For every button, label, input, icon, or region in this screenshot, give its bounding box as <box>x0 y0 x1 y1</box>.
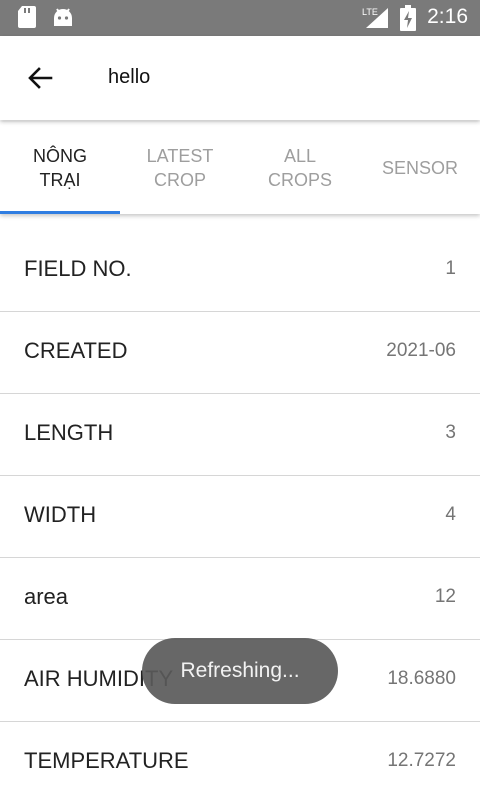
list-item-width[interactable]: WIDTH 4 <box>0 476 480 558</box>
tab-bar: NÔNG TRẠI LATEST CROP ALL CROPS SENSOR <box>0 122 480 214</box>
list-item-field-no[interactable]: FIELD NO. 1 <box>0 230 480 312</box>
list-item-created[interactable]: CREATED 2021-06 <box>0 312 480 394</box>
tab-label: NÔNG TRẠI <box>33 146 87 190</box>
tab-farm[interactable]: NÔNG TRẠI <box>0 122 120 214</box>
row-value: 12.7272 <box>387 750 456 771</box>
list-item-length[interactable]: LENGTH 3 <box>0 394 480 476</box>
row-value: 12 <box>434 586 456 607</box>
field-details-list: FIELD NO. 1 CREATED 2021-06 LENGTH 3 WID… <box>0 230 480 804</box>
row-value: 4 <box>445 504 456 525</box>
tab-latest-crop[interactable]: LATEST CROP <box>120 122 240 214</box>
android-icon <box>52 6 74 33</box>
list-item-area[interactable]: area 12 <box>0 558 480 640</box>
row-label: FIELD NO. <box>24 256 132 281</box>
row-label: CREATED <box>24 338 128 363</box>
battery-charging-icon <box>400 5 416 36</box>
arrow-back-icon <box>27 66 53 95</box>
tab-label: LATEST CROP <box>146 146 214 190</box>
app-bar: hello <box>0 36 480 120</box>
list-item-temperature[interactable]: TEMPERATURE 12.7272 <box>0 722 480 804</box>
tab-label: SENSOR <box>381 158 459 178</box>
sd-card-icon <box>18 6 36 33</box>
svg-text:LTE: LTE <box>362 7 378 17</box>
tab-sensor[interactable]: SENSOR <box>360 122 480 214</box>
tab-label: ALL CROPS <box>267 146 332 190</box>
back-button[interactable] <box>16 56 64 104</box>
status-bar: LTE 2:16 <box>0 0 480 36</box>
tab-indicator <box>0 211 120 214</box>
lte-signal-icon: LTE <box>362 6 390 35</box>
row-label: LENGTH <box>24 420 114 445</box>
toast-message: Refreshing... <box>142 638 338 704</box>
row-value: 3 <box>445 422 456 443</box>
row-value: 2021-06 <box>386 340 456 361</box>
row-label: WIDTH <box>24 502 97 527</box>
row-label: TEMPERATURE <box>24 748 189 773</box>
row-value: 18.6880 <box>387 668 456 689</box>
tab-all-crops[interactable]: ALL CROPS <box>240 122 360 214</box>
page-title: hello <box>108 66 151 88</box>
row-label: area <box>24 584 69 609</box>
row-value: 1 <box>445 258 456 279</box>
status-time: 2:16 <box>427 5 468 28</box>
